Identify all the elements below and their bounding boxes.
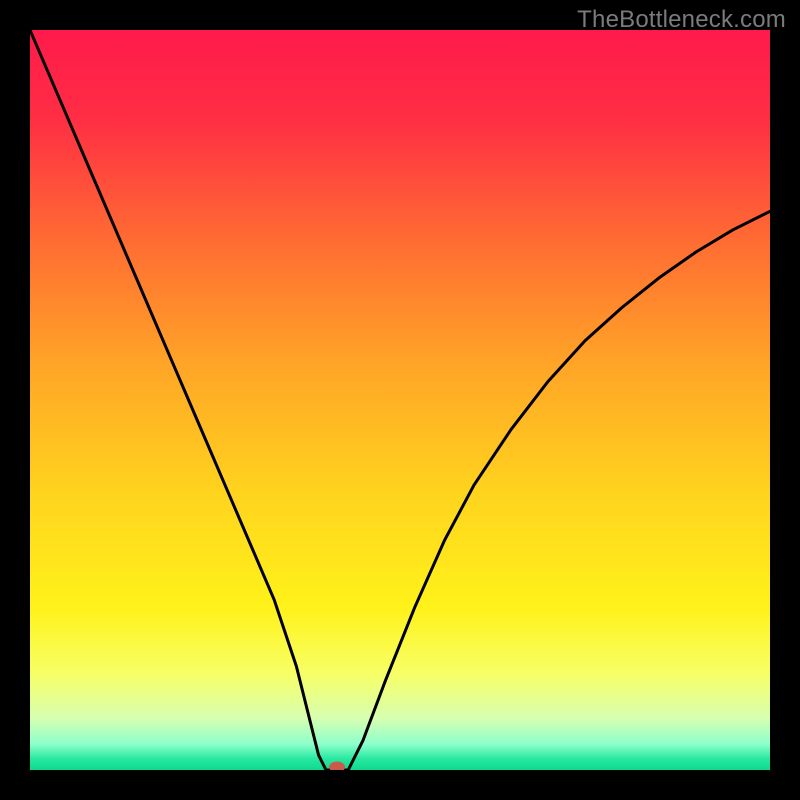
plot-area — [30, 30, 770, 770]
gradient-background — [30, 30, 770, 770]
bottleneck-chart — [30, 30, 770, 770]
chart-frame: TheBottleneck.com — [0, 0, 800, 800]
